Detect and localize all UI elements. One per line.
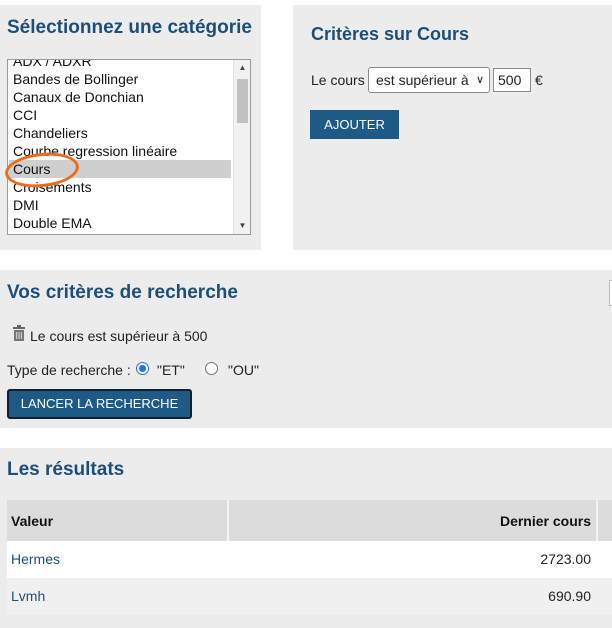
valeur-link[interactable]: Hermes	[11, 551, 60, 567]
scroll-down-icon[interactable]: ▼	[234, 218, 250, 234]
table-row: Hermes 2723.00	[7, 541, 612, 578]
operator-select[interactable]: est supérieur à ∨	[368, 67, 490, 93]
criteria-label: Le cours	[311, 72, 365, 88]
dernier-cours-cell: 2723.00	[540, 551, 591, 567]
column-divider	[227, 500, 229, 541]
column-header-valeur[interactable]: Valeur	[11, 513, 53, 529]
results-title: Les résultats	[7, 459, 125, 480]
radio-ou[interactable]	[205, 362, 218, 375]
category-item[interactable]: Bandes de Bollinger	[9, 70, 231, 88]
launch-search-button[interactable]: LANCER LA RECHERCHE	[7, 389, 192, 419]
category-item[interactable]: Chandeliers	[9, 124, 231, 142]
column-divider	[596, 500, 598, 541]
category-item[interactable]: Double EMA	[9, 214, 231, 232]
results-panel: Les résultats Valeur Dernier cours Herme…	[0, 448, 612, 628]
table-row: Lvmh 690.90	[7, 578, 612, 615]
category-listbox[interactable]: ADX / ADXR Bandes de Bollinger Canaux de…	[7, 59, 251, 235]
category-panel: Sélectionnez une catégorie ADX / ADXR Ba…	[0, 5, 261, 250]
category-item[interactable]: CCI	[9, 106, 231, 124]
chevron-down-icon: ∨	[475, 74, 484, 86]
column-header-dernier-cours[interactable]: Dernier cours	[500, 513, 591, 529]
search-criteria-panel: Vos critères de recherche Le cours est s…	[0, 270, 612, 428]
radio-et-label: "ET"	[157, 362, 185, 378]
category-item[interactable]: Canaux de Donchian	[9, 88, 231, 106]
table-header-row: Valeur Dernier cours	[7, 500, 612, 541]
search-criteria-title: Vos critères de recherche	[7, 282, 238, 303]
results-table: Valeur Dernier cours Hermes 2723.00 Lvmh…	[7, 500, 612, 615]
radio-et[interactable]	[136, 362, 149, 375]
currency-unit: €	[535, 72, 543, 88]
valeur-link[interactable]: Lvmh	[11, 588, 45, 604]
category-scrollbar[interactable]: ▲ ▼	[233, 60, 250, 234]
radio-ou-label: "OU"	[228, 362, 259, 378]
scroll-thumb[interactable]	[237, 79, 248, 123]
criterion-item: Le cours est supérieur à 500	[30, 328, 208, 344]
search-type-label: Type de recherche :	[7, 362, 131, 378]
category-title: Sélectionnez une catégorie	[7, 17, 252, 38]
trash-icon[interactable]	[12, 325, 26, 341]
criteria-panel: Critères sur Cours Le cours est supérieu…	[293, 5, 612, 250]
category-item[interactable]: DMI	[9, 196, 231, 214]
category-item[interactable]: ADX / ADXR	[9, 60, 231, 70]
dernier-cours-cell: 690.90	[548, 588, 591, 604]
value-input[interactable]: 500	[493, 68, 531, 92]
operator-select-value: est supérieur à	[376, 72, 469, 88]
add-button[interactable]: AJOUTER	[310, 110, 399, 139]
criteria-title: Critères sur Cours	[311, 24, 470, 44]
scroll-up-icon[interactable]: ▲	[234, 60, 250, 76]
